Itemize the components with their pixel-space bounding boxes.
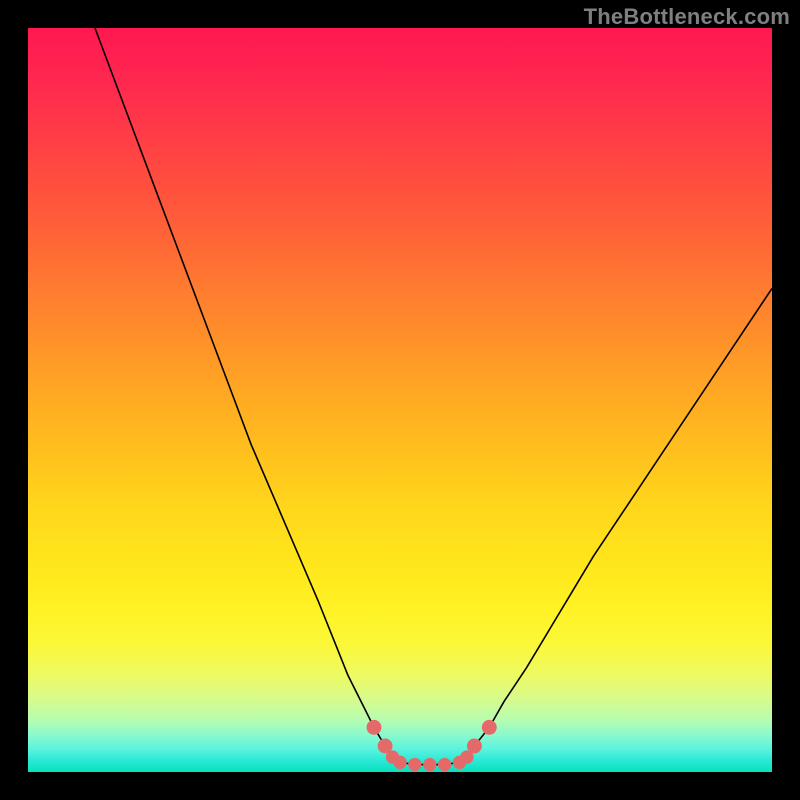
watermark-text: TheBottleneck.com: [584, 4, 790, 30]
plot-area: [28, 28, 772, 772]
chart-frame: TheBottleneck.com: [0, 0, 800, 800]
gradient-background: [28, 28, 772, 772]
